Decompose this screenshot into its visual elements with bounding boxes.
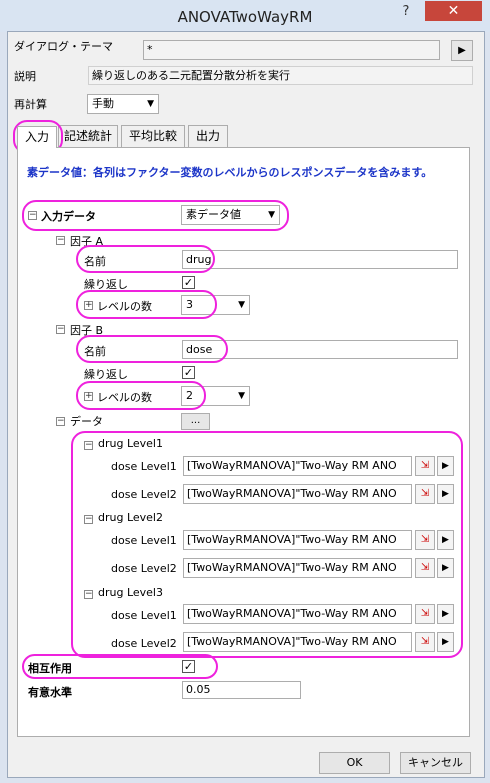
column-field[interactable]: [TwoWayRMANOVA]"Two-Way RM ANO	[183, 632, 412, 652]
group-label: drug Level2	[98, 511, 163, 524]
column-picker-icon[interactable]: ⇲	[415, 456, 435, 476]
factor-b-repeat-checkbox[interactable]: ✓	[182, 366, 195, 379]
chevron-down-icon: ▼	[238, 391, 245, 401]
cancel-button[interactable]: キャンセル	[400, 752, 471, 774]
row-menu-arrow[interactable]: ▶	[437, 530, 454, 550]
factor-a-name-input[interactable]: drug	[182, 250, 458, 269]
theme-arrow-button[interactable]: ▶	[451, 40, 473, 61]
row-label: dose Level2	[111, 562, 177, 575]
column-field[interactable]: [TwoWayRMANOVA]"Two-Way RM ANO	[183, 484, 412, 504]
factor-b-name-highlight	[76, 335, 228, 363]
collapse-icon[interactable]: −	[56, 325, 65, 334]
row-label: dose Level1	[111, 460, 177, 473]
theme-field[interactable]: *	[143, 40, 440, 60]
column-field[interactable]: [TwoWayRMANOVA]"Two-Way RM ANO	[183, 604, 412, 624]
input-data-highlight	[22, 200, 289, 231]
column-field[interactable]: [TwoWayRMANOVA]"Two-Way RM ANO	[183, 558, 412, 578]
row-menu-arrow[interactable]: ▶	[437, 632, 454, 652]
description-field: 繰り返しのある二元配置分散分析を実行	[88, 66, 473, 85]
column-field[interactable]: [TwoWayRMANOVA]"Two-Way RM ANO	[183, 530, 412, 550]
recalc-label: 再計算	[14, 98, 47, 111]
recalc-dropdown[interactable]: 手動 ▼	[87, 94, 159, 114]
column-picker-icon[interactable]: ⇲	[415, 632, 435, 652]
factor-a-name-highlight	[76, 245, 215, 273]
theme-label: ダイアログ・テーマ	[14, 40, 113, 53]
row-menu-arrow[interactable]: ▶	[437, 484, 454, 504]
column-picker-icon[interactable]: ⇲	[415, 558, 435, 578]
factor-b-repeat-label: 繰り返し	[84, 368, 128, 381]
close-button[interactable]: ✕	[425, 1, 482, 21]
info-text: 素データ値：各列はファクター変数のレベルからのレスポンスデータを含みます。	[27, 166, 433, 179]
chevron-down-icon: ▼	[147, 99, 154, 109]
row-menu-arrow[interactable]: ▶	[437, 558, 454, 578]
factor-b-levels-highlight	[76, 381, 206, 410]
ok-button[interactable]: OK	[319, 752, 390, 774]
column-field[interactable]: [TwoWayRMANOVA]"Two-Way RM ANO	[183, 456, 412, 476]
interaction-highlight	[22, 654, 218, 679]
collapse-icon[interactable]: −	[84, 515, 93, 524]
collapse-icon[interactable]: −	[56, 417, 65, 426]
factor-a-levels-highlight	[76, 290, 217, 319]
data-browse-button[interactable]: ...	[181, 413, 210, 430]
column-picker-icon[interactable]: ⇲	[415, 530, 435, 550]
data-label: データ	[70, 415, 103, 428]
group-label: drug Level1	[98, 437, 163, 450]
tab-descriptive-stats[interactable]: 記述統計	[58, 125, 118, 147]
description-label: 説明	[14, 70, 36, 83]
chevron-down-icon: ▼	[238, 300, 245, 310]
significance-input[interactable]: 0.05	[182, 681, 301, 699]
tab-input[interactable]: 入力	[17, 126, 57, 148]
help-button[interactable]: ?	[394, 4, 418, 22]
tab-means-comparison[interactable]: 平均比較	[121, 125, 185, 147]
recalc-value: 手動	[92, 97, 114, 110]
row-menu-arrow[interactable]: ▶	[437, 456, 454, 476]
collapse-icon[interactable]: −	[84, 441, 93, 450]
row-label: dose Level2	[111, 637, 177, 650]
row-label: dose Level2	[111, 488, 177, 501]
collapse-icon[interactable]: −	[84, 590, 93, 599]
significance-label: 有意水準	[28, 686, 72, 699]
row-menu-arrow[interactable]: ▶	[437, 604, 454, 624]
column-picker-icon[interactable]: ⇲	[415, 484, 435, 504]
column-picker-icon[interactable]: ⇲	[415, 604, 435, 624]
group-label: drug Level3	[98, 586, 163, 599]
factor-a-repeat-checkbox[interactable]: ✓	[182, 276, 195, 289]
row-label: dose Level1	[111, 534, 177, 547]
row-label: dose Level1	[111, 609, 177, 622]
collapse-icon[interactable]: −	[56, 236, 65, 245]
tab-output[interactable]: 出力	[188, 125, 228, 147]
